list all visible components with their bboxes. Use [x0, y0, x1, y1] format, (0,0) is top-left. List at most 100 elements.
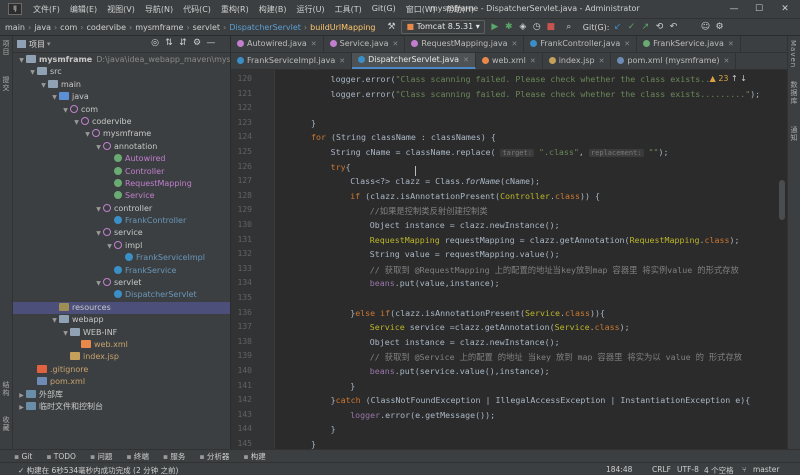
code-line[interactable]: }catch (ClassNotFoundException | Illegal…: [331, 395, 751, 405]
close-tab-icon[interactable]: ✕: [311, 40, 317, 48]
editor-tab[interactable]: RequestMapping.java ✕: [405, 36, 525, 52]
close-window-button[interactable]: ✕: [778, 2, 792, 16]
tree-item[interactable]: web.xml: [13, 339, 230, 351]
code-line[interactable]: if (clazz.isAnnotationPresent(Controller…: [350, 191, 600, 201]
breadcrumb-item[interactable]: codervibe: [85, 23, 127, 32]
tree-item[interactable]: ▼ service: [13, 227, 230, 239]
menu-item[interactable]: 重构(R): [216, 4, 254, 15]
tree-item[interactable]: ▼ src: [13, 66, 230, 78]
tool-window-button[interactable]: ▪ 构建: [243, 451, 265, 462]
tool-window-button[interactable]: ▪ 分析器: [199, 451, 229, 462]
status-message[interactable]: ✓ 构建在 6秒534毫秒内成功完成 (2 分钟 之前): [18, 465, 178, 475]
tree-item[interactable]: pom.xml: [13, 376, 230, 388]
tree-item[interactable]: DispatcherServlet: [13, 289, 230, 301]
hide-panel-icon[interactable]: —: [204, 38, 218, 48]
menu-item[interactable]: 视图(V): [102, 4, 140, 15]
menu-item[interactable]: 运行(U): [291, 4, 329, 15]
git-commit-icon[interactable]: ✓: [625, 20, 639, 34]
git-push-icon[interactable]: ↗: [639, 20, 653, 34]
code-line[interactable]: logger.error("Class scanning failed. Ple…: [331, 89, 761, 99]
locate-file-icon[interactable]: ◎: [148, 38, 162, 48]
breadcrumb-item[interactable]: mysmframe: [134, 23, 184, 32]
intellij-logo-icon[interactable]: IJ: [8, 3, 22, 15]
strip-favorites[interactable]: 收藏: [1, 416, 11, 432]
code-line[interactable]: beans.put(service.value(),instance);: [370, 366, 550, 376]
close-tab-icon[interactable]: ✕: [393, 40, 399, 48]
file-encoding[interactable]: UTF-8: [677, 465, 699, 474]
tree-item[interactable]: ▶ 外部库: [13, 389, 230, 401]
line-number-gutter[interactable]: 120 121 122 123 124 125 126 127 128 129 130 131 132 1…: [231, 70, 275, 449]
editor-tab[interactable]: web.xml ✕: [476, 53, 543, 69]
tree-item[interactable]: ▼ WEB-INF: [13, 327, 230, 339]
strip-notifications[interactable]: 通知: [789, 126, 799, 142]
code-line[interactable]: Service service =clazz.getAnnotation(Ser…: [370, 322, 630, 332]
code-line[interactable]: }: [331, 424, 336, 434]
editor-tab[interactable]: Service.java ✕: [324, 36, 406, 52]
strip-maven[interactable]: Maven: [789, 40, 797, 68]
code-area[interactable]: 120 121 122 123 124 125 126 127 128 129 130 131 132 1…: [231, 70, 787, 449]
tree-item[interactable]: ▼ main: [13, 79, 230, 91]
git-history-icon[interactable]: ⟲: [653, 20, 667, 34]
code-line[interactable]: String cName = className.replace( target…: [331, 147, 669, 157]
tool-window-button[interactable]: ▪ 终端: [126, 451, 148, 462]
project-panel-title[interactable]: 项目: [29, 39, 45, 50]
menu-item[interactable]: 代码(C): [178, 4, 216, 15]
stop-icon[interactable]: ■: [544, 20, 558, 34]
code-line[interactable]: }: [311, 118, 316, 128]
git-branch[interactable]: master: [753, 465, 779, 474]
tool-window-button[interactable]: ▪ TODO: [46, 452, 76, 461]
tree-item[interactable]: ▼ controller: [13, 203, 230, 215]
caret-position[interactable]: 184:48: [606, 465, 632, 474]
code-line[interactable]: logger.error("Class scanning failed. Ple…: [331, 74, 716, 84]
close-tab-icon[interactable]: ✕: [728, 40, 734, 48]
collapse-all-icon[interactable]: ⇵: [176, 38, 190, 48]
profile-icon[interactable]: ◷: [530, 20, 544, 34]
code-line[interactable]: String value = requestMapping.value();: [370, 249, 560, 259]
menu-item[interactable]: 工具(T): [330, 4, 367, 15]
line-separator[interactable]: CRLF: [652, 465, 671, 474]
run-icon[interactable]: ▶: [488, 20, 502, 34]
strip-structure[interactable]: 结构: [1, 381, 11, 397]
indent-setting[interactable]: 4 个空格: [704, 465, 734, 475]
editor-tab[interactable]: pom.xml (mysmframe) ✕: [611, 53, 737, 69]
minimize-button[interactable]: —: [727, 2, 741, 16]
menu-item[interactable]: Git(G): [367, 4, 401, 15]
code-line[interactable]: Class<?> clazz = Class.forName(cName);: [350, 176, 540, 186]
code-line[interactable]: //如果是控制类反射创建控制类: [370, 205, 488, 217]
tree-item[interactable]: ▶ 临时文件和控制台: [13, 401, 230, 413]
strip-commit[interactable]: 提交: [1, 76, 11, 92]
breadcrumb-item[interactable]: DispatcherServlet: [228, 23, 302, 32]
close-tab-icon[interactable]: ✕: [624, 40, 630, 48]
debug-icon[interactable]: ✱: [502, 20, 516, 34]
editor-vertical-scrollbar[interactable]: [779, 180, 785, 220]
tree-item[interactable]: Service: [13, 190, 230, 202]
close-tab-icon[interactable]: ✕: [530, 57, 536, 65]
tree-item[interactable]: ▼ impl: [13, 240, 230, 252]
menu-item[interactable]: 文件(F): [28, 4, 65, 15]
editor-tab[interactable]: FrankController.java ✕: [524, 36, 638, 52]
code-line[interactable]: }: [350, 381, 355, 391]
tree-item[interactable]: ▼ codervibe: [13, 116, 230, 128]
code-line[interactable]: // 获取到 @RequestMapping 上的配置的地址当key放到map …: [370, 264, 739, 276]
close-tab-icon[interactable]: ✕: [599, 57, 605, 65]
code-line[interactable]: // 获取到 @Service 上的配置 的地址 当key 放到 map 容器里…: [370, 351, 742, 363]
code-line[interactable]: }else if(clazz.isAnnotationPresent(Servi…: [350, 308, 605, 318]
tree-item[interactable]: FrankController: [13, 215, 230, 227]
tree-item[interactable]: FrankService: [13, 265, 230, 277]
code-line[interactable]: logger.error(e.getMessage());: [350, 410, 495, 420]
tree-item[interactable]: ▼ annotation: [13, 141, 230, 153]
panel-options-icon[interactable]: ⚙: [190, 38, 204, 48]
breadcrumb-item[interactable]: java: [33, 23, 52, 32]
close-tab-icon[interactable]: ✕: [463, 56, 469, 64]
build-hammer-icon[interactable]: ⚒: [384, 20, 398, 34]
menu-item[interactable]: 编辑(E): [65, 4, 102, 15]
menu-item[interactable]: 导航(N): [140, 4, 178, 15]
tree-item[interactable]: Autowired: [13, 153, 230, 165]
maximize-button[interactable]: ☐: [752, 2, 766, 16]
tree-item[interactable]: RequestMapping: [13, 178, 230, 190]
code-line[interactable]: Object instance = clazz.newInstance();: [370, 220, 560, 230]
editor-tab[interactable]: Autowired.java ✕: [231, 36, 324, 52]
coverage-icon[interactable]: ◈: [516, 20, 530, 34]
breadcrumb-item[interactable]: buildUrlMapping: [309, 23, 376, 32]
git-rollback-icon[interactable]: ↶: [667, 20, 681, 34]
